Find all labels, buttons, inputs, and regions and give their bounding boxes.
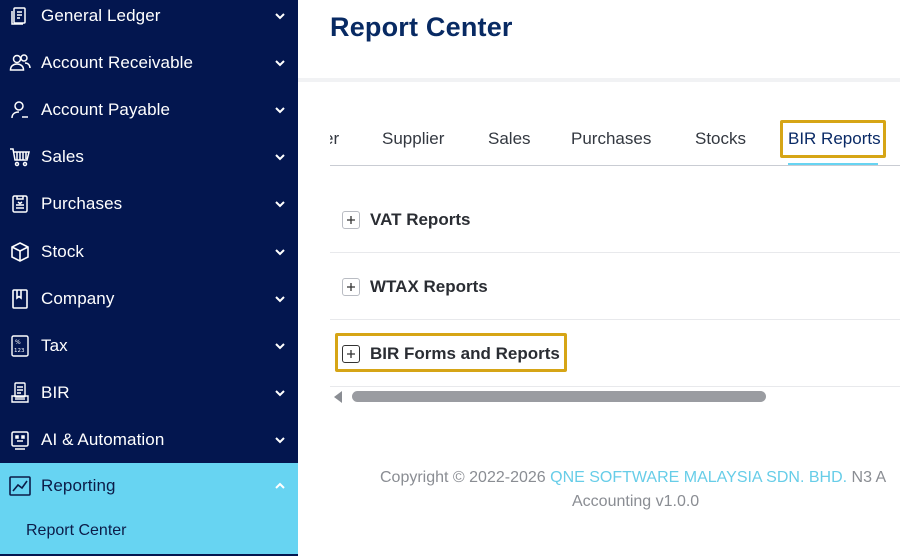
tab-stocks[interactable]: Stocks [695,112,746,165]
sidebar-item-company[interactable]: Company [0,275,298,322]
box-icon [9,241,31,263]
copyright-prefix: Copyright © 2022-2026 [380,469,551,486]
sidebar-item-label: General Ledger [41,5,161,25]
sidebar-item-label: AI & Automation [41,429,165,449]
page-title: Report Center [330,12,513,42]
chevron-down-icon [272,102,288,118]
chevron-down-icon [272,291,288,307]
sidebar-item-reporting[interactable]: Reporting [0,463,298,509]
sidebar-subitem-label: Report Center [26,522,127,539]
tab-sales[interactable]: Sales [488,112,531,165]
scroll-left-icon[interactable] [334,391,342,403]
chart-icon [9,475,31,497]
chevron-down-icon [272,244,288,260]
tab-bir-reports[interactable]: BIR Reports [788,112,881,165]
plus-icon[interactable] [342,344,360,363]
users-icon [9,52,31,74]
section-label: VAT Reports [370,209,471,229]
ledger-icon [9,5,31,27]
active-tab-indicator [788,163,878,165]
sidebar-item-stock[interactable]: Stock [0,228,298,275]
sidebar-item-label: Account Receivable [41,52,194,72]
chevron-down-icon [272,8,288,24]
section-vat-reports: VAT Reports [330,186,900,253]
book-icon [9,288,31,310]
chevron-down-icon [272,55,288,71]
chevron-up-icon [272,478,288,494]
section-bir-forms-and-reports: BIR Forms and Reports [330,320,900,387]
sidebar-item-label: Sales [41,146,85,166]
sidebar-item-tax[interactable]: % 123 Tax [0,322,298,369]
svg-text:%: % [15,339,21,346]
sidebar-item-label: Company [41,288,115,308]
section-vat-reports-toggle[interactable]: VAT Reports [342,186,470,253]
plus-icon[interactable] [342,277,360,296]
copyright-line: Copyright © 2022-2026 QNE SOFTWARE MALAY… [380,466,886,490]
section-bir-forms-toggle[interactable]: BIR Forms and Reports [342,320,560,387]
sidebar-item-account-receivable[interactable]: Account Receivable [0,39,298,86]
sidebar-item-general-ledger[interactable]: General Ledger [0,0,298,39]
sidebar-item-label: Tax [41,335,68,355]
section-label: WTAX Reports [370,276,488,296]
tab-purchases[interactable]: Purchases [571,112,651,165]
sidebar-item-label: Account Payable [41,99,171,119]
tab-customer[interactable]: er [330,112,339,165]
user-icon [9,99,31,121]
section-wtax-reports-toggle[interactable]: WTAX Reports [342,253,488,320]
plus-icon[interactable] [342,210,360,229]
company-link[interactable]: QNE SOFTWARE MALAYSIA SDN. BHD. [550,469,847,486]
section-wtax-reports: WTAX Reports [330,253,900,320]
sidebar-item-bir[interactable]: BIR [0,369,298,416]
sidebar: General Ledger Account Receivable Accoun… [0,0,298,556]
tab-supplier[interactable]: Supplier [382,112,444,165]
sidebar-item-account-payable[interactable]: Account Payable [0,86,298,133]
chevron-down-icon [272,149,288,165]
cart-icon [9,146,31,168]
sidebar-item-label: Purchases [41,193,123,213]
sidebar-item-purchases[interactable]: Purchases [0,180,298,227]
sidebar-item-label: BIR [41,382,70,402]
section-label: BIR Forms and Reports [370,343,560,363]
chevron-down-icon [272,196,288,212]
scrollbar-thumb[interactable] [352,391,766,402]
report-tabs: er Supplier Sales Purchases Stocks BIR R… [330,112,900,166]
robot-icon [9,429,31,451]
sidebar-item-label: Reporting [41,476,116,495]
sidebar-subitem-report-center[interactable]: Report Center [0,508,298,554]
horizontal-scrollbar[interactable] [330,388,900,406]
version-text: Accounting v1.0.0 [572,493,700,510]
title-divider [298,78,900,82]
sidebar-item-label: Stock [41,241,85,261]
copyright-suffix: N3 A [847,469,887,486]
sidebar-item-sales[interactable]: Sales [0,133,298,180]
chevron-down-icon [272,385,288,401]
tax-icon: % 123 [9,334,31,357]
bir-icon [9,381,31,404]
chevron-down-icon [272,432,288,448]
chevron-down-icon [272,338,288,354]
svg-text:123: 123 [14,348,25,354]
clipboard-icon [9,193,31,215]
sidebar-item-ai-automation[interactable]: AI & Automation [0,416,298,463]
